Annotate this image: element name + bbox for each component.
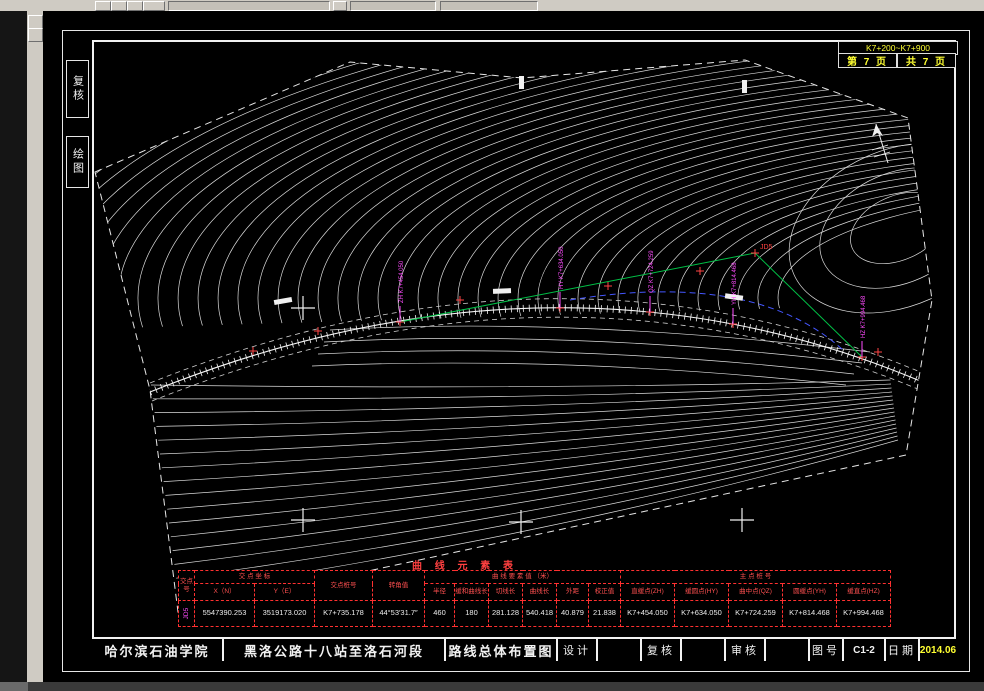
design-label: 设计 <box>556 639 596 661</box>
table-header: 转角值 <box>372 570 425 601</box>
table-cell: 5547390.253 <box>194 600 255 627</box>
table-subheader: 缓和曲线长 <box>454 583 489 601</box>
title-block-blank-cell <box>596 639 640 661</box>
table-cell: 21.838 <box>588 600 621 627</box>
table-subheader: 直缓点(ZH) <box>620 583 675 601</box>
table-cell: K7+814.468 <box>782 600 837 627</box>
table-header: 曲 线 要 素 值 （米） <box>424 570 621 584</box>
title-block-blank-cell <box>764 639 808 661</box>
table-header: 交点桩号 <box>314 570 373 601</box>
table-header: 交点号 <box>178 570 195 601</box>
table-header: 主 点 桩 号 <box>620 570 891 584</box>
table-cell: K7+994.468 <box>836 600 891 627</box>
page-number: 第 7 页 <box>838 53 897 68</box>
table-cell: K7+724.259 <box>728 600 783 627</box>
date-label: 日期 <box>884 639 918 661</box>
page-total: 共 7 页 <box>897 53 956 68</box>
table-subheader: 缓圆点(HY) <box>674 583 729 601</box>
intersection-id: JD5 <box>182 608 190 620</box>
title-block: 哈尔滨石油学院 黑洛公路十八站至洛石河段 路线总体布置图 设计 复核 审核 图号… <box>92 637 956 661</box>
drawing-title: 路线总体布置图 <box>444 639 556 661</box>
organization-name: 哈尔滨石油学院 <box>104 643 210 659</box>
table-subheader: 切线长 <box>488 583 523 601</box>
bottom-strip-cap <box>0 682 28 691</box>
table-cell: 40.879 <box>556 600 589 627</box>
sheet-no-value: C1-2 <box>842 639 884 661</box>
table-cell: 460 <box>424 600 455 627</box>
table-subheader: 外距 <box>556 583 589 601</box>
table-cell: 3519173.020 <box>254 600 315 627</box>
review-label: 审核 <box>724 639 764 661</box>
sheet-no-label: 图号 <box>808 639 842 661</box>
table-cell: JD5 <box>178 600 195 627</box>
frame-side-box-check: 复核 <box>66 60 89 118</box>
table-cell: K7+634.050 <box>674 600 729 627</box>
table-subheader: 校正值 <box>588 583 621 601</box>
table-cell: 180 <box>454 600 489 627</box>
table-header: 交 点 坐 标 <box>194 570 315 584</box>
check-label: 复核 <box>640 639 680 661</box>
table-cell: 540.418 <box>522 600 557 627</box>
cad-application-window: JD5 ZH K7+454.050 HY K7+634.050 QZ K7+72… <box>0 0 984 691</box>
curve-elements-table: 交点号 交 点 坐 标 交点桩号 转角值 曲 线 要 素 值 （米） 主 点 桩… <box>178 570 891 627</box>
table-subheader: 缓直点(HZ) <box>836 583 891 601</box>
project-name: 黑洛公路十八站至洛石河段 <box>222 639 444 661</box>
table-cell: 281.128 <box>488 600 523 627</box>
table-cell: 44°53′31.7″ <box>372 600 425 627</box>
date-value: 2014.06 <box>918 639 956 661</box>
page-number-row: 第 7 页 共 7 页 <box>838 53 956 68</box>
table-subheader: 曲线长 <box>522 583 557 601</box>
table-cell: K7+454.050 <box>620 600 675 627</box>
table-subheader: X（N） <box>194 583 255 601</box>
bottom-status-strip <box>0 682 984 691</box>
table-subheader: 曲中点(QZ) <box>728 583 783 601</box>
table-subheader: 圆缓点(YH) <box>782 583 837 601</box>
table-cell: K7+735.178 <box>314 600 373 627</box>
title-block-blank-cell <box>680 639 724 661</box>
table-subheader: Y（E） <box>254 583 315 601</box>
table-subheader: 半径 <box>424 583 455 601</box>
frame-side-box-draw: 绘图 <box>66 136 89 188</box>
